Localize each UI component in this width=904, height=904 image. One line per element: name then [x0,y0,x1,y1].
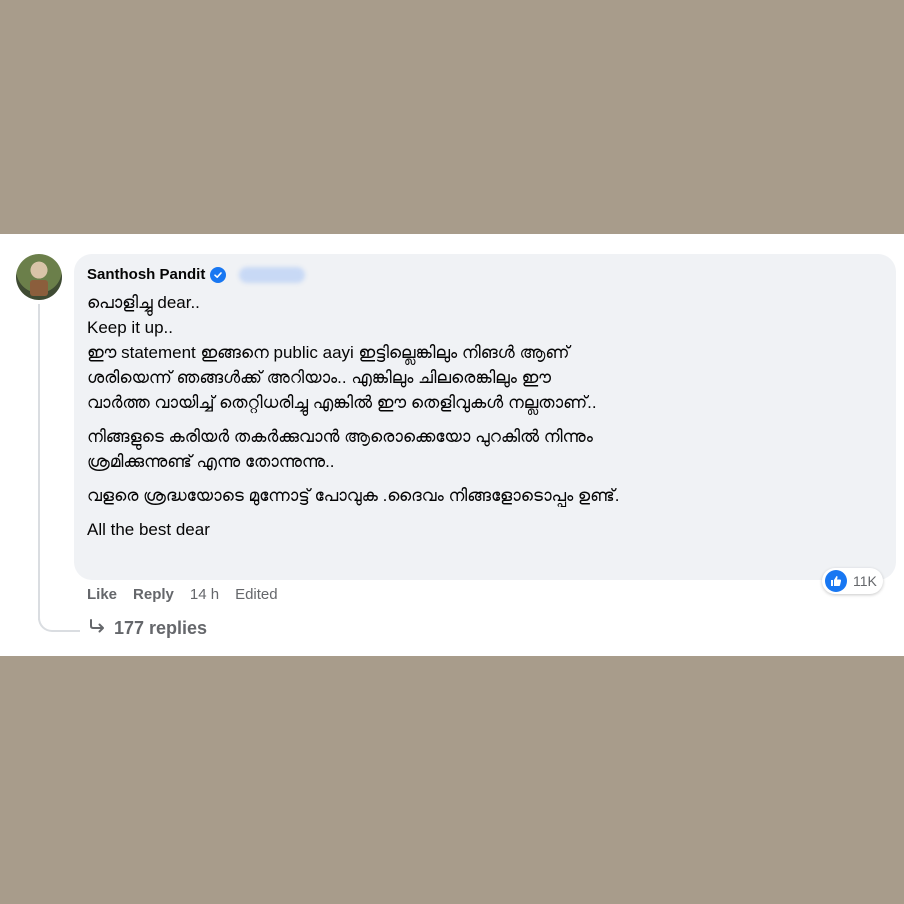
reply-arrow-icon [88,618,108,639]
author-name[interactable]: Santhosh Pandit [87,266,205,283]
comment-line: ശ്രമിക്കുന്നുണ്ട് എന്നു തോന്നുന്നു.. [87,452,335,471]
comment-card: Santhosh Pandit പൊളിച്ചു dear.. Keep it … [0,234,904,656]
comment-timestamp[interactable]: 14 h [190,586,219,603]
comment-line: പൊളിച്ചു dear.. [87,293,200,312]
thumbs-up-icon [825,570,847,592]
reaction-summary[interactable]: 11K [822,568,883,594]
like-link[interactable]: Like [87,586,117,603]
comment-line: Keep it up.. [87,318,174,337]
thread-curve [38,608,80,632]
comment-text: പൊളിച്ചു dear.. Keep it up.. ഈ statement… [87,290,887,542]
comment-line: ഈ statement ഇങ്ങനെ public aayi ഇട്ടില്ലെ… [87,343,570,362]
comment-actions: Like Reply 14 h Edited [87,586,278,603]
replies-count: 177 replies [114,618,208,638]
verified-badge-icon [210,266,227,283]
view-replies-button[interactable]: 177 replies [88,618,207,639]
edited-label[interactable]: Edited [235,586,278,603]
thread-line [38,304,40,620]
comment-author: Santhosh Pandit [87,266,306,283]
comment-line: ശരിയെന്ന് ഞങ്ങൾക്ക് അറിയാം.. എങ്കിലും ചി… [87,368,552,387]
comment-line: All the best dear [87,520,210,539]
reply-link[interactable]: Reply [133,586,174,603]
blurred-badge [239,266,306,283]
avatar[interactable] [16,254,62,300]
comment-line: വാർത്ത വായിച്ച് തെറ്റിധരിച്ചു എങ്കിൽ ഈ ത… [87,393,597,412]
comment-line: നിങ്ങളുടെ കരിയർ തകർക്കുവാൻ ആരൊക്കെയോ പുറ… [87,427,593,446]
comment-bubble: Santhosh Pandit പൊളിച്ചു dear.. Keep it … [74,254,896,580]
comment-line: വളരെ ശ്രദ്ധയോടെ മുന്നോട്ട് പോവുക .ദൈവം ന… [87,486,620,505]
reaction-count: 11K [853,573,877,589]
